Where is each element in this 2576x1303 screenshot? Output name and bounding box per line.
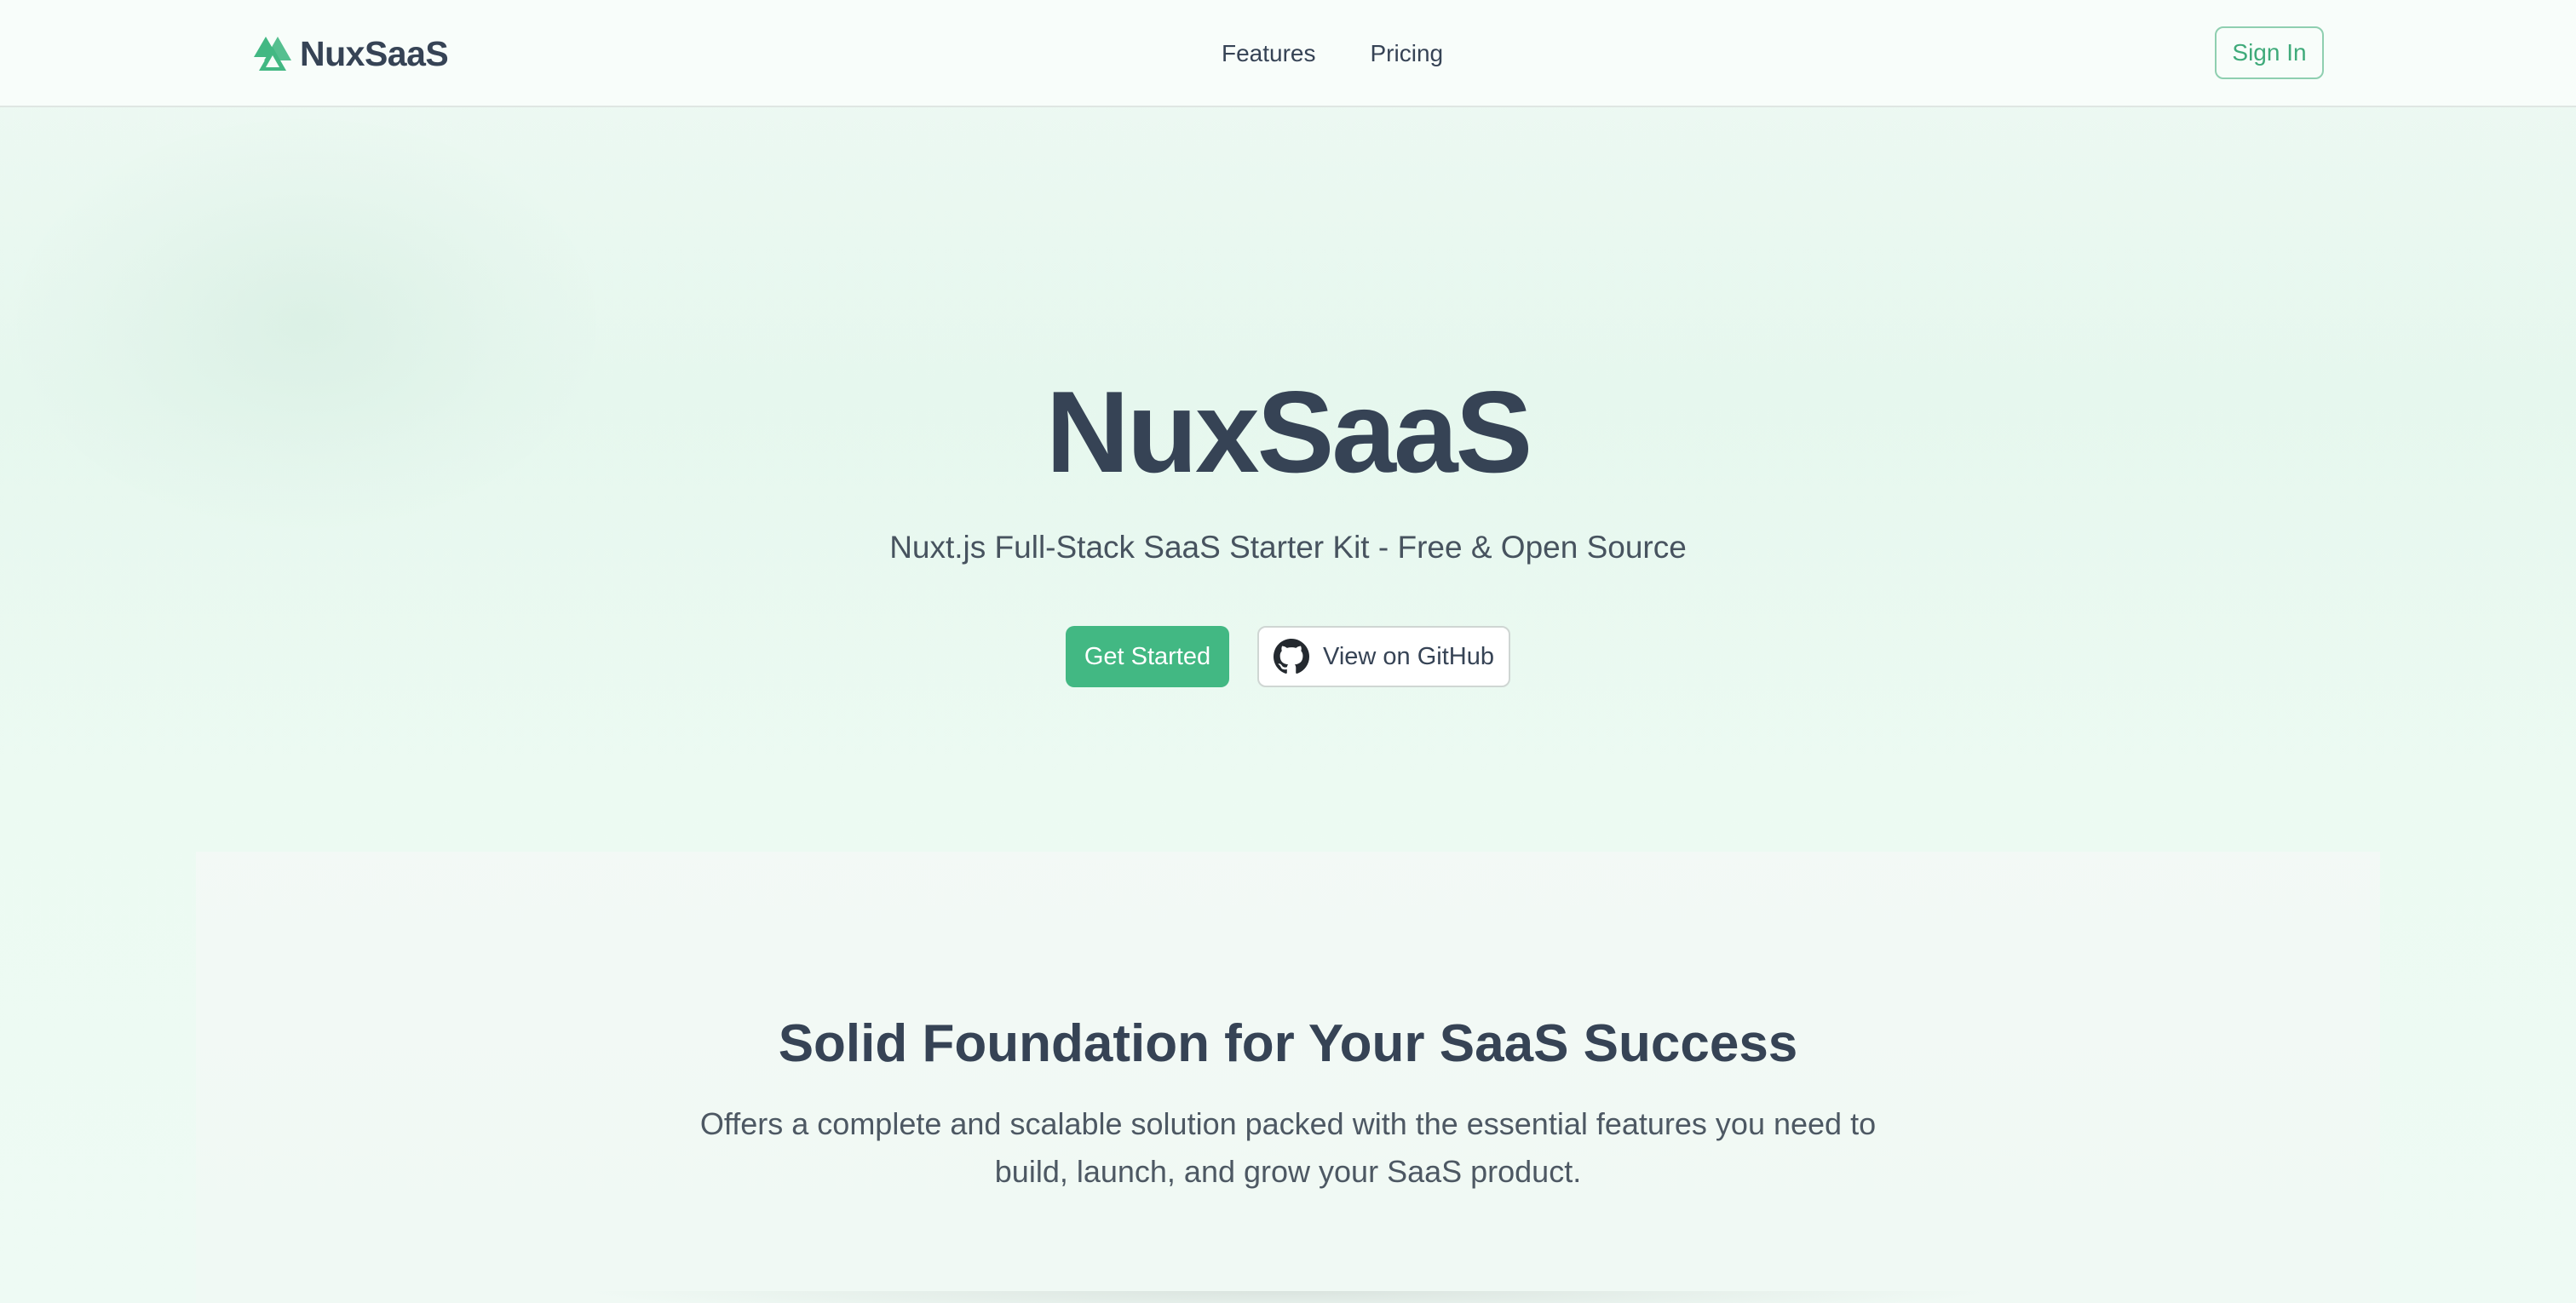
brand[interactable]: NuxSaaS [252, 32, 449, 75]
get-started-label: Get Started [1084, 642, 1211, 670]
brand-name: NuxSaaS [300, 33, 449, 73]
main-nav: Features Pricing [1222, 34, 1443, 73]
features-title: Solid Foundation for Your SaaS Success [778, 1014, 1798, 1073]
github-icon [1274, 639, 1310, 674]
hero-actions: Get Started View on GitHub [1066, 626, 1510, 687]
nav-link-features[interactable]: Features [1222, 40, 1316, 67]
hero-title: NuxSaaS [1045, 367, 1533, 497]
nuxt-logo-icon [252, 35, 293, 72]
sign-in-button[interactable]: Sign In [2215, 26, 2324, 79]
nav-link-pricing[interactable]: Pricing [1371, 40, 1444, 67]
features-description: Offers a complete and scalable solution … [699, 1106, 1877, 1189]
view-on-github-button[interactable]: View on GitHub [1257, 626, 1510, 687]
top-navbar: NuxSaaS Features Pricing Sign In [0, 0, 2576, 107]
get-started-button[interactable]: Get Started [1066, 626, 1229, 687]
hero-subtitle: Nuxt.js Full-Stack SaaS Starter Kit - Fr… [889, 530, 1687, 565]
view-on-github-label: View on GitHub [1323, 642, 1494, 670]
feature-card-edge [579, 1291, 1997, 1303]
